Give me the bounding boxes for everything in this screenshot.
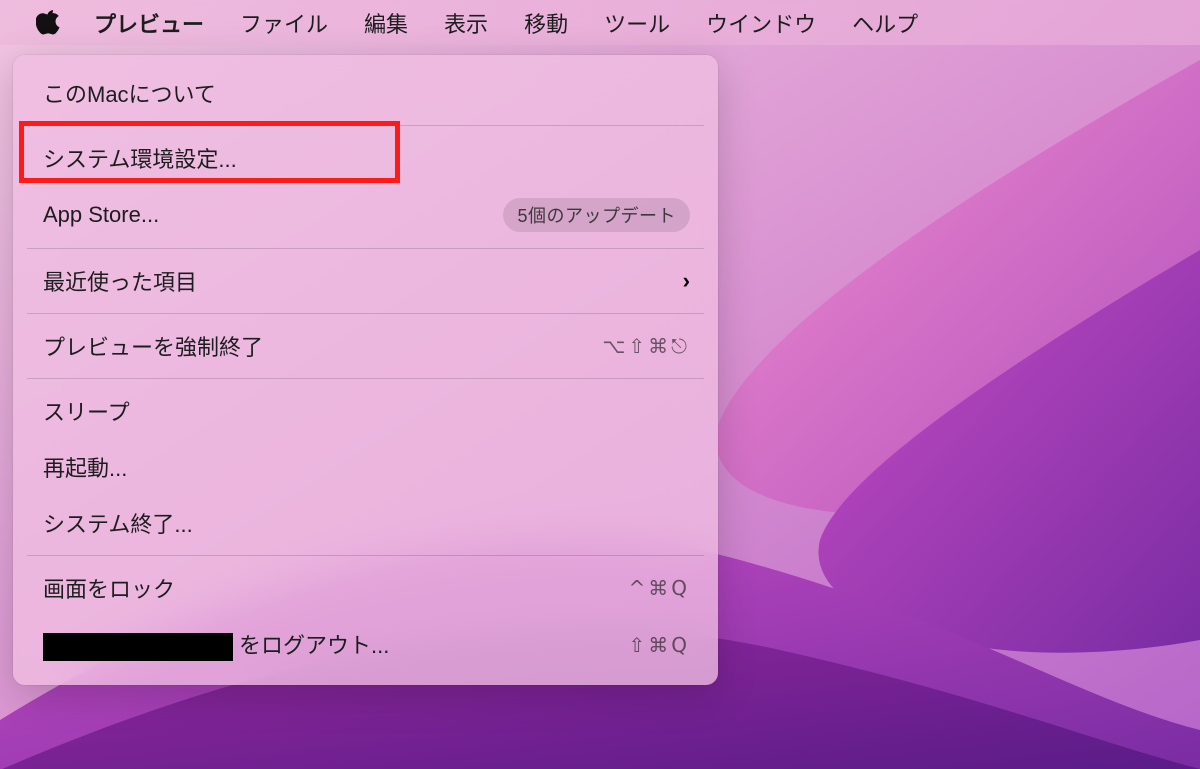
menu-item-label: システム終了... [43, 507, 193, 539]
menu-about-this-mac[interactable]: このMacについて [13, 65, 718, 121]
menubar-item-edit[interactable]: 編集 [346, 0, 426, 45]
menu-sleep[interactable]: スリープ [13, 383, 718, 439]
menu-app-store[interactable]: App Store... 5個のアップデート [13, 186, 718, 244]
menu-item-label: 再起動... [43, 451, 127, 483]
menubar: プレビュー ファイル 編集 表示 移動 ツール ウインドウ ヘルプ [0, 0, 1200, 45]
update-count-badge: 5個のアップデート [503, 198, 690, 232]
menu-item-label: スリープ [43, 395, 130, 427]
redacted-username [43, 633, 233, 661]
menu-separator [27, 313, 704, 314]
menu-logout[interactable]: をログアウト... ⇧⌘Q [13, 616, 718, 673]
menu-separator [27, 555, 704, 556]
keyboard-shortcut: ⇧⌘Q [629, 633, 691, 657]
menu-item-label: このMacについて [43, 77, 216, 109]
menu-restart[interactable]: 再起動... [13, 439, 718, 495]
menu-item-label: システム環境設定... [43, 142, 237, 174]
menubar-item-help[interactable]: ヘルプ [834, 0, 936, 45]
menubar-item-go[interactable]: 移動 [506, 0, 586, 45]
menu-system-preferences[interactable]: システム環境設定... [13, 130, 718, 186]
menu-lock-screen[interactable]: 画面をロック ^⌘Q [13, 560, 718, 616]
menu-item-label: 画面をロック [43, 572, 175, 604]
menu-recent-items[interactable]: 最近使った項目 › [13, 253, 718, 309]
menubar-item-file[interactable]: ファイル [222, 0, 346, 45]
keyboard-shortcut: ⌥⇧⌘⎋ [602, 334, 690, 358]
apple-logo-icon [36, 10, 62, 36]
menu-separator [27, 248, 704, 249]
menubar-item-tools[interactable]: ツール [586, 0, 688, 45]
menu-item-label: 最近使った項目 [43, 265, 197, 297]
menu-item-label: App Store... [43, 202, 159, 228]
menu-item-label: をログアウト... [43, 628, 389, 661]
chevron-right-icon: › [683, 268, 690, 294]
menu-separator [27, 125, 704, 126]
menu-shutdown[interactable]: システム終了... [13, 495, 718, 551]
menubar-item-view[interactable]: 表示 [426, 0, 506, 45]
menu-separator [27, 378, 704, 379]
menu-force-quit[interactable]: プレビューを強制終了 ⌥⇧⌘⎋ [13, 318, 718, 374]
menubar-item-window[interactable]: ウインドウ [688, 0, 834, 45]
apple-menu-trigger[interactable] [22, 0, 84, 45]
menu-item-label: プレビューを強制終了 [43, 330, 263, 362]
menubar-app-name[interactable]: プレビュー [84, 0, 222, 45]
apple-menu-dropdown: このMacについて システム環境設定... App Store... 5個のアッ… [13, 55, 718, 685]
keyboard-shortcut: ^⌘Q [629, 576, 691, 600]
